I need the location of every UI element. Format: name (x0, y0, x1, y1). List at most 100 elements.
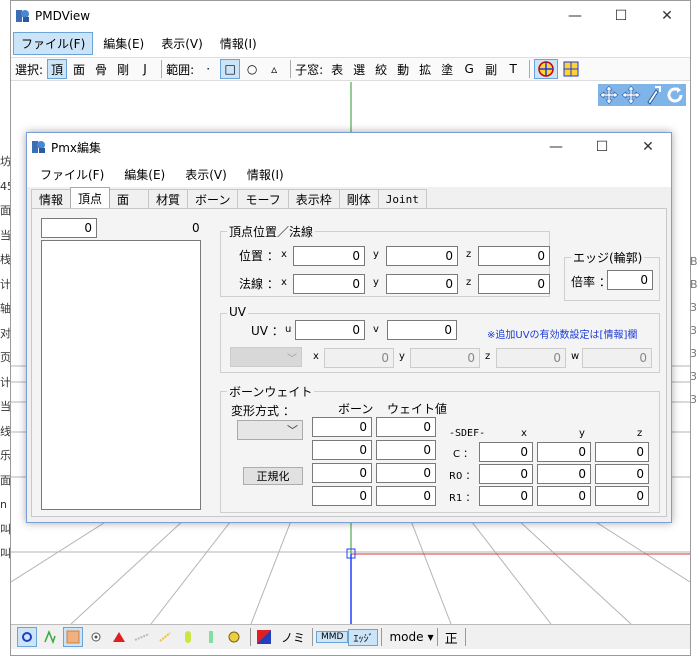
uv-u-label: u (285, 324, 292, 335)
triangle-display-button[interactable] (109, 627, 129, 647)
move-icon[interactable] (620, 84, 642, 106)
bone3-input[interactable]: 0 (312, 463, 372, 483)
range-point-button[interactable]: · (198, 59, 218, 79)
mmd-toggle[interactable]: MMD (316, 631, 349, 643)
point-display-button[interactable] (86, 627, 106, 647)
zoom-icon[interactable] (642, 84, 664, 106)
bone2-input[interactable]: 0 (312, 440, 372, 460)
range-circle-button[interactable]: ○ (242, 59, 262, 79)
tab-bone[interactable]: ボーン (187, 189, 239, 208)
minimize-button[interactable]: — (552, 1, 598, 31)
child-paint-button[interactable]: 塗 (437, 59, 457, 79)
pmx-menu-edit[interactable]: 編集(E) (117, 164, 172, 185)
vertex-index-input[interactable]: 0 (41, 218, 97, 238)
vertex-display-button[interactable] (17, 627, 37, 647)
rigidbody-display-button[interactable] (178, 627, 198, 647)
weight4-input[interactable]: 0 (376, 486, 436, 506)
tab-info[interactable]: 情報 (31, 189, 72, 208)
child-scale-button[interactable]: 拡 (415, 59, 435, 79)
grid-view-button[interactable] (560, 59, 582, 79)
sdef-r1-y-input[interactable]: 0 (537, 486, 591, 506)
pmx-menu-view[interactable]: 表示(V) (178, 164, 234, 185)
edge-toggle[interactable]: ｴｯｼﾞ (348, 628, 379, 646)
sdef-r1-z-input[interactable]: 0 (595, 486, 649, 506)
uv-u-input[interactable]: 0 (295, 320, 365, 340)
sdef-c-z-input[interactable]: 0 (595, 442, 649, 462)
position-x-input[interactable]: 0 (293, 246, 365, 266)
wire-display-button[interactable] (40, 627, 60, 647)
sdef-r0-x-input[interactable]: 0 (479, 464, 533, 484)
position-z-input[interactable]: 0 (478, 246, 550, 266)
sdef-c-x-input[interactable]: 0 (479, 442, 533, 462)
tab-joint[interactable]: Joint (377, 189, 427, 208)
tab-display-frame[interactable]: 表示枠 (287, 189, 340, 208)
menu-info[interactable]: 情報(I) (213, 33, 264, 54)
front-view-button[interactable]: 正 (441, 628, 462, 647)
bone4-input[interactable]: 0 (312, 486, 372, 506)
child-sub-button[interactable]: 副 (481, 59, 501, 79)
menu-view[interactable]: 表示(V) (154, 33, 210, 54)
vertex-list[interactable] (41, 240, 201, 510)
center-target-button[interactable] (534, 59, 559, 79)
pmx-menu-info[interactable]: 情報(I) (240, 164, 291, 185)
weight3-input[interactable]: 0 (376, 463, 436, 483)
child-g-button[interactable]: G (459, 59, 479, 79)
ik-icon (159, 632, 171, 642)
sdef-c-y-input[interactable]: 0 (537, 442, 591, 462)
child-table-button[interactable]: 表 (327, 59, 347, 79)
normal-x-input[interactable]: 0 (293, 274, 365, 294)
close-button[interactable]: ✕ (644, 1, 690, 31)
bone1-input[interactable]: 0 (312, 417, 372, 437)
mode-dropdown[interactable]: mode (385, 630, 427, 644)
ik-display-button[interactable] (155, 627, 175, 647)
normalize-button[interactable]: 正規化 (243, 467, 303, 485)
menu-file[interactable]: ファイル(F) (13, 31, 94, 55)
deform-type-select[interactable]: ﹀ (237, 420, 303, 440)
morph-icon (228, 631, 240, 643)
maximize-button[interactable]: ☐ (598, 1, 644, 31)
joint-display-button[interactable] (201, 627, 221, 647)
pmx-minimize-button[interactable]: — (533, 133, 579, 161)
pan-icon[interactable] (598, 84, 620, 106)
uv-v-input[interactable]: 0 (387, 320, 457, 340)
edge-scale-input[interactable]: 0 (607, 270, 653, 290)
tab-morph[interactable]: モーフ (237, 189, 289, 208)
select-joint-button[interactable]: J (135, 59, 155, 79)
select-vertex-button[interactable]: 頂 (47, 59, 68, 79)
select-face-button[interactable]: 面 (69, 59, 89, 79)
child-select-button[interactable]: 選 (349, 59, 369, 79)
tab-face[interactable]: 面 (109, 189, 150, 208)
child-move-button[interactable]: 動 (393, 59, 413, 79)
sdef-r0-y-input[interactable]: 0 (537, 464, 591, 484)
nomi-toggle[interactable]: ノミ (277, 629, 309, 646)
ext-uv-w-input: 0 (582, 348, 652, 368)
edge-group: エッジ(輪郭) 倍率 ： 0 (564, 249, 660, 301)
normal-y-input[interactable]: 0 (386, 274, 458, 294)
range-triangle-button[interactable]: ▵ (264, 59, 284, 79)
color-swatch-button[interactable] (254, 627, 274, 647)
range-rect-button[interactable]: □ (220, 59, 241, 79)
menu-edit[interactable]: 編集(E) (96, 33, 151, 54)
pmx-menu-file[interactable]: ファイル(F) (33, 164, 111, 185)
tab-material[interactable]: 材質 (148, 189, 189, 208)
sdef-r1-x-input[interactable]: 0 (479, 486, 533, 506)
weight1-input[interactable]: 0 (376, 417, 436, 437)
child-filter-button[interactable]: 絞 (371, 59, 391, 79)
position-y-input[interactable]: 0 (386, 246, 458, 266)
texture-display-button[interactable] (63, 627, 83, 647)
pmx-close-button[interactable]: ✕ (625, 133, 671, 161)
normal-z-input[interactable]: 0 (478, 274, 550, 294)
sdef-r0-z-input[interactable]: 0 (595, 464, 649, 484)
pmx-maximize-button[interactable]: ☐ (579, 133, 625, 161)
bone-display-button[interactable] (132, 627, 152, 647)
pmx-titlebar[interactable]: Pmx編集 — ☐ ✕ (27, 133, 671, 161)
rotate-icon[interactable] (664, 84, 686, 106)
select-rigidbody-button[interactable]: 剛 (113, 59, 133, 79)
select-bone-button[interactable]: 骨 (91, 59, 111, 79)
morph-display-button[interactable] (224, 627, 244, 647)
pmdview-titlebar[interactable]: PMDView — ☐ ✕ (11, 1, 690, 31)
tab-vertex[interactable]: 頂点 (70, 187, 111, 208)
weight2-input[interactable]: 0 (376, 440, 436, 460)
child-t-button[interactable]: T (503, 59, 523, 79)
tab-rigidbody[interactable]: 剛体 (338, 189, 379, 208)
